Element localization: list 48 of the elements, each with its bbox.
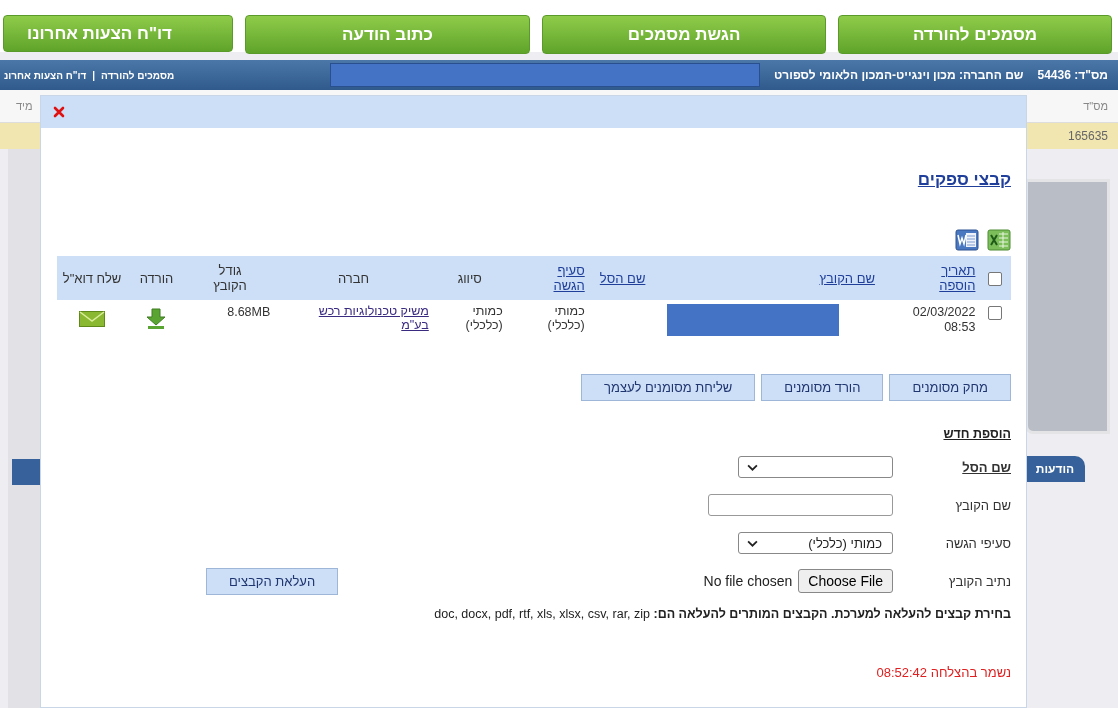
upload-button[interactable]: העלאת הקבצים (206, 567, 339, 595)
column-header: מיד (16, 100, 33, 112)
dropdown[interactable]: כמותי (כלכלי) (738, 532, 893, 554)
breadcrumb-separator: | (92, 69, 96, 81)
caret-icon (747, 539, 758, 547)
envelope-icon[interactable] (79, 310, 106, 327)
column-header: הורדה (139, 270, 174, 286)
choose-file-button[interactable]: Choose File (798, 569, 893, 593)
column-header: חברה (338, 270, 370, 286)
action-button[interactable]: הורד מסומנים (761, 374, 884, 401)
field-label: נתיב הקובץ (947, 573, 1011, 589)
file-status: No file chosen (703, 573, 793, 589)
messages-tab[interactable]: הודעות (1025, 456, 1085, 482)
table-cell-text: כמותי (כלכלי) (464, 304, 503, 332)
breadcrumb-link[interactable]: מסמכים להורדה (101, 69, 175, 81)
column-header-link[interactable]: סעיף הגשה (524, 263, 585, 293)
caret-icon (747, 463, 758, 471)
document-icon[interactable] (955, 228, 979, 252)
company-link[interactable]: משיק טכנולוגיות רכש בע"מ (293, 304, 429, 332)
column-header: מס"ד (1083, 100, 1108, 112)
column-header: גודל הקובץ (212, 263, 248, 293)
action-button[interactable]: שליחת מסומנים לעצמך (581, 374, 756, 401)
checkbox[interactable] (988, 271, 1003, 286)
table-cell: 165635 (1067, 129, 1108, 143)
date-cell: 02/03/2022 08:53 (912, 305, 976, 334)
action-button[interactable]: מחק מסומנים (889, 374, 1011, 401)
dropdown[interactable] (738, 456, 893, 478)
field-label: סעיפי הגשה (944, 535, 1011, 551)
close-icon[interactable] (53, 106, 65, 118)
download-icon[interactable] (146, 307, 167, 330)
record-id: מס"ד: 54436 (1037, 68, 1108, 82)
column-header: סיווג (457, 270, 482, 286)
status-message: נשמר בהצלחה 08:52:42 (876, 665, 1011, 680)
company-name: שם החברה: מכון וינגייט-המכון הלאומי לספורט (774, 68, 1024, 82)
input-field[interactable] (708, 494, 893, 516)
table-cell-text: כמותי (כלכלי) (546, 304, 585, 332)
column-header-link[interactable]: שם הקובץ (819, 270, 875, 286)
field-label: שם הקובץ (954, 497, 1011, 513)
dialog-title[interactable]: קבצי ספקים (917, 170, 1011, 190)
column-header: שלח דוא"ל (62, 270, 122, 286)
spreadsheet-icon[interactable] (987, 228, 1011, 252)
section-heading: הוספת חדש (943, 427, 1011, 441)
breadcrumb-link[interactable]: דו"ח הצעות אחרונ (4, 69, 87, 81)
column-header-link[interactable]: שם הסל (599, 270, 646, 286)
file-size: 8.68MB (227, 305, 271, 319)
field-label: שם הסל (961, 459, 1011, 475)
checkbox[interactable] (988, 305, 1003, 320)
column-header-link[interactable]: תאריך הוספה (915, 263, 976, 293)
